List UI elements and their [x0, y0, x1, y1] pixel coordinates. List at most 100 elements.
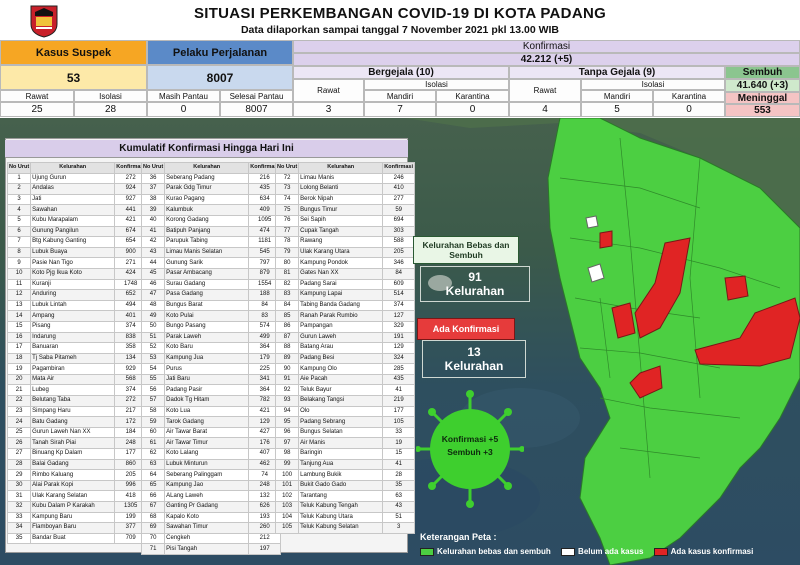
- row-konfirmasi: 41: [382, 458, 416, 471]
- selesai-pantau-value: 8007: [220, 102, 293, 117]
- row-konfirmasi: 51: [382, 511, 416, 524]
- row-konfirmasi: 329: [382, 320, 416, 333]
- row-kelurahan: Batu Gadang: [30, 416, 116, 428]
- table-row: 35 Bandar Buat 709: [6, 532, 148, 545]
- row-number: 82: [274, 278, 300, 291]
- row-number: 3: [6, 193, 32, 206]
- table-row: 44 Gunung Sarik 797: [140, 257, 282, 269]
- row-number: 61: [140, 437, 166, 450]
- row-kelurahan: Batipuh Panjang: [164, 225, 250, 238]
- row-kelurahan: Ujung Gurun: [30, 172, 116, 185]
- row-kelurahan: Padang Sarai: [298, 278, 384, 291]
- tanpa-gejala-karantina-value: 0: [653, 102, 725, 117]
- sembuh-value: 41.640 (+3): [725, 79, 800, 92]
- row-number: 43: [140, 246, 166, 259]
- tanpa-gejala-rawat-value: 4: [509, 102, 581, 117]
- suspek-isolasi-label: Isolasi: [74, 90, 147, 102]
- row-kelurahan: Jati Baru: [164, 373, 250, 386]
- row-konfirmasi: 43: [382, 501, 416, 513]
- table-row: 50 Bungo Pasang 574: [140, 320, 282, 333]
- row-number: 90: [274, 363, 300, 375]
- row-number: 64: [140, 469, 166, 481]
- table-row: 63 Lubuk Minturun 462: [140, 458, 282, 471]
- bergejala-mandiri-label: Mandiri: [364, 90, 436, 102]
- col-no-urut: No Urut: [274, 162, 300, 174]
- tanpa-gejala-rawat-label: Rawat: [509, 79, 581, 102]
- table-row: 30 Alai Parak Kopi 996: [6, 479, 148, 492]
- row-kelurahan: Limau Manis: [298, 172, 384, 185]
- kumulatif-table-3: No Urut Kelurahan Konfirmasi 72 Limau Man…: [274, 162, 416, 534]
- table-row: 90 Kampung Olo 285: [274, 363, 416, 375]
- row-kelurahan: Kampung Jua: [164, 352, 250, 365]
- row-number: 30: [6, 479, 32, 492]
- row-konfirmasi: 35: [382, 479, 416, 492]
- row-number: 94: [274, 405, 300, 418]
- table-row: 85 Ranah Parak Rumbio 127: [274, 310, 416, 322]
- table-row: 65 Kampung Jao 248: [140, 479, 282, 492]
- row-konfirmasi: 212: [248, 532, 282, 545]
- row-kelurahan: Andalas: [30, 183, 116, 195]
- row-konfirmasi: 205: [382, 246, 416, 259]
- masih-pantau-value: 0: [147, 102, 220, 117]
- row-number: 44: [140, 257, 166, 269]
- row-number: 20: [6, 373, 32, 386]
- legend-green-swatch: [420, 547, 434, 556]
- row-konfirmasi: 277: [382, 193, 416, 206]
- row-number: 99: [274, 458, 300, 471]
- row-number: 65: [140, 479, 166, 492]
- table-row: 98 Baringin 15: [274, 448, 416, 460]
- row-kelurahan: Rimbo Kaluang: [30, 469, 116, 481]
- table-row: 62 Koto Lalang 407: [140, 448, 282, 460]
- row-number: 84: [274, 299, 300, 312]
- konfirmasi-label: Konfirmasi: [293, 40, 800, 53]
- row-kelurahan: Tabing Banda Gadang: [298, 299, 384, 312]
- row-konfirmasi: 588: [382, 236, 416, 248]
- row-kelurahan: Kubu Marapalam: [30, 214, 116, 227]
- row-konfirmasi: 105: [382, 416, 416, 428]
- row-number: 72: [274, 172, 300, 185]
- table-row: 15 Pisang 374: [6, 320, 148, 333]
- row-number: 98: [274, 448, 300, 460]
- row-kelurahan: Pasie Nan Tigo: [30, 257, 116, 269]
- table-row: 91 Aie Pacah 435: [274, 373, 416, 386]
- row-kelurahan: Parupuk Tabing: [164, 236, 250, 248]
- row-number: 103: [274, 501, 300, 513]
- row-number: 9: [6, 257, 32, 269]
- konfirmasi-kel-unit: Kelurahan: [444, 359, 504, 373]
- tanpa-gejala-label: Tanpa Gejala (9): [509, 66, 725, 79]
- table-row: 99 Tanjung Aua 41: [274, 458, 416, 471]
- row-number: 51: [140, 331, 166, 344]
- bergejala-karantina-label: Karantina: [436, 90, 509, 102]
- table-row: 86 Pampangan 329: [274, 320, 416, 333]
- row-number: 58: [140, 405, 166, 418]
- bergejala-mandiri-value: 7: [364, 102, 436, 117]
- row-konfirmasi: 197: [248, 543, 282, 555]
- row-kelurahan: Koto Baru: [164, 342, 250, 354]
- table-row: 49 Koto Pulai 83: [140, 310, 282, 322]
- row-number: 45: [140, 267, 166, 280]
- table-row: 45 Pasar Ambacang 879: [140, 267, 282, 280]
- row-number: 87: [274, 331, 300, 344]
- table-row: 87 Gurun Laweh 191: [274, 331, 416, 344]
- row-number: 38: [140, 193, 166, 206]
- virus-konfirmasi-text: Konfirmasi +5: [441, 434, 499, 444]
- table-row: 40 Korong Gadang 1095: [140, 214, 282, 227]
- row-number: 5: [6, 214, 32, 227]
- row-number: 2: [6, 183, 32, 195]
- table-row: 97 Air Manis 19: [274, 437, 416, 450]
- row-kelurahan: Lubeg: [30, 384, 116, 397]
- table-row: 70 Cengkeh 212: [140, 532, 282, 545]
- row-kelurahan: Binuang Kp Dalam: [30, 448, 116, 460]
- table-row: 3 Jati 927: [6, 193, 148, 206]
- table-row: 61 Air Tawar Timur 176: [140, 437, 282, 450]
- table-row: 20 Mata Air 568: [6, 373, 148, 386]
- table-row: 53 Kampung Jua 179: [140, 352, 282, 365]
- row-number: 56: [140, 384, 166, 397]
- row-kelurahan: Tanjung Aua: [298, 458, 384, 471]
- table-row: 13 Lubuk Lintah 494: [6, 299, 148, 312]
- row-konfirmasi: 435: [382, 373, 416, 386]
- row-number: 86: [274, 320, 300, 333]
- table-row: 75 Bungus Timur 59: [274, 204, 416, 216]
- table-row: 84 Tabing Banda Gadang 374: [274, 299, 416, 312]
- row-number: 8: [6, 246, 32, 259]
